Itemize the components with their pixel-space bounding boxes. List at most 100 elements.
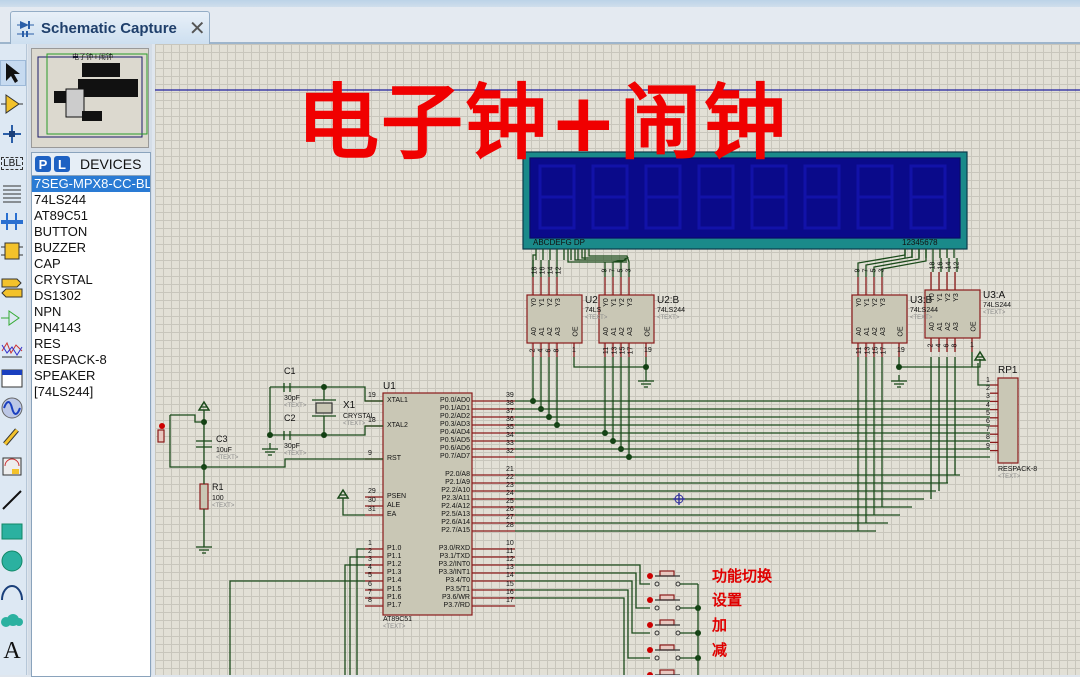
c2-reference: C2 — [284, 413, 296, 423]
pin-number: 34 — [506, 432, 514, 439]
ic-part: 74LS244 — [910, 307, 939, 314]
buses-button[interactable] — [0, 209, 24, 233]
text-placeholder: <TEXT> — [983, 310, 1006, 316]
side-panel: 电子钟+闹钟 P L DEVICES 7SEG-MPX8-CC-BLUE74LS… — [28, 44, 152, 677]
pin-name: XTAL2 — [387, 422, 408, 429]
pin-name: P2.7/A15 — [441, 527, 470, 534]
segment-pin-labels: ABCDEFG DP — [533, 238, 586, 247]
pin-number: 24 — [506, 490, 514, 497]
button-contact — [675, 630, 681, 636]
circle-icon — [1, 550, 23, 572]
pin-number: 2 — [368, 548, 372, 555]
arc-mode-button[interactable] — [0, 579, 24, 603]
pin-number: 17 — [506, 597, 514, 604]
device-list-item[interactable]: PN4143 — [32, 320, 150, 336]
device-list-item[interactable]: BUTTON — [32, 224, 150, 240]
pin-number: 29 — [368, 488, 376, 495]
line-mode-button[interactable] — [0, 488, 24, 512]
svg-text:电子钟+闹钟: 电子钟+闹钟 — [72, 52, 113, 61]
device-list-item[interactable]: [74LS244] — [32, 384, 150, 400]
pin-name: P0.4/AD4 — [440, 429, 470, 436]
device-pins-button[interactable] — [0, 306, 24, 330]
pin-number: 9 — [601, 268, 609, 273]
generator-button[interactable] — [0, 396, 24, 420]
c3-value: 10uF — [216, 447, 232, 454]
selection-mode-button[interactable] — [0, 60, 26, 86]
pin-name: P3.0/RXD — [438, 545, 470, 552]
button-contact — [654, 581, 660, 587]
ic-part: 74LS244 — [983, 302, 1012, 309]
pin-name: P2.3/A11 — [441, 495, 470, 502]
pin-number: 7 — [609, 268, 617, 273]
pin-number: 1 — [368, 540, 372, 547]
tab-schematic-capture[interactable]: Schematic Capture ✕ — [10, 11, 210, 44]
device-list-item[interactable]: CRYSTAL — [32, 272, 150, 288]
device-list-item[interactable]: DS1302 — [32, 288, 150, 304]
device-list-item[interactable]: CAP — [32, 256, 150, 272]
device-list[interactable]: 7SEG-MPX8-CC-BLUE74LS244AT89C51BUTTONBUZ… — [31, 175, 151, 677]
pin-name: P3.7/RD — [443, 602, 470, 609]
pin-number: 15 — [872, 346, 880, 355]
junction-dot-icon — [3, 125, 21, 143]
wire — [588, 249, 630, 277]
junction-dot-button[interactable] — [0, 122, 24, 146]
wire — [515, 597, 625, 675]
box-mode-button[interactable] — [0, 519, 24, 543]
device-list-item[interactable]: 74LS244 — [32, 192, 150, 208]
pin-name: A0 — [530, 327, 538, 336]
text-mode-button[interactable]: A — [0, 638, 24, 664]
push-button — [659, 570, 675, 577]
close-icon[interactable]: ✕ — [189, 16, 206, 41]
pin-name: P0.6/AD6 — [440, 445, 470, 452]
schematic-canvas[interactable]: 电子钟+闹钟 ABCDEFG DP 12345678 18 Y0 A0 2 16 Y1 A1 4 1… — [155, 44, 1080, 675]
circle-mode-button[interactable] — [0, 549, 24, 573]
terminal-icon — [1, 278, 23, 298]
device-list-item[interactable]: SPEAKER — [32, 368, 150, 384]
device-list-item[interactable]: AT89C51 — [32, 208, 150, 224]
wire-label-button[interactable]: LBL — [0, 151, 24, 175]
library-manager-button[interactable]: L — [54, 156, 70, 172]
pin-number: 8 — [368, 597, 372, 604]
ic-reference: U2:B — [657, 295, 680, 306]
ic-part: AT89C51 — [383, 616, 413, 623]
voltage-probe-button[interactable] — [0, 424, 24, 448]
pin-name: A2 — [944, 322, 952, 331]
device-list-item[interactable]: NPN — [32, 304, 150, 320]
tape-recorder-button[interactable] — [0, 366, 24, 390]
pin-name: A3 — [879, 327, 887, 336]
device-list-item[interactable]: RESPACK-8 — [32, 352, 150, 368]
pin-number: 26 — [506, 506, 514, 513]
pin-number: 16 — [506, 589, 514, 596]
pin-number: 18 — [531, 266, 539, 275]
device-list-item[interactable]: 7SEG-MPX8-CC-BLUE — [32, 176, 150, 192]
pin-name: A3 — [952, 322, 960, 331]
component-mode-button[interactable] — [0, 92, 24, 116]
device-list-item[interactable]: BUZZER — [32, 240, 150, 256]
pin-name: Y0 — [928, 293, 936, 302]
power-terminal-icon — [336, 488, 350, 499]
pin-name: A1 — [538, 327, 546, 336]
path-mode-button[interactable] — [0, 609, 24, 633]
pin-number: 21 — [506, 466, 514, 473]
graph-button[interactable] — [0, 336, 24, 360]
virtual-instruments-button[interactable] — [0, 454, 24, 478]
overview-window[interactable]: 电子钟+闹钟 — [31, 48, 149, 148]
pin-name: P0.5/AD5 — [440, 437, 470, 444]
subcircuit-button[interactable] — [0, 239, 24, 263]
pin-name: OE — [970, 321, 978, 332]
pin-number: 4 — [537, 348, 545, 353]
pin-number: 4 — [935, 343, 943, 348]
pick-devices-button[interactable]: P — [35, 156, 51, 172]
device-list-item[interactable]: RES — [32, 336, 150, 352]
terminals-button[interactable] — [0, 276, 24, 300]
pin-number: 6 — [368, 581, 372, 588]
ic-part: 74LS — [585, 307, 602, 314]
tape-recorder-icon — [1, 369, 23, 388]
pin-number: 2 — [927, 343, 935, 348]
pin-number: 14 — [547, 266, 555, 275]
schematic-capture-icon — [17, 18, 35, 38]
text-script-button[interactable] — [0, 181, 24, 205]
pin-name: Y0 — [602, 298, 610, 307]
pin-number: 18 — [929, 261, 937, 270]
pin-name: P1.3 — [387, 569, 402, 576]
